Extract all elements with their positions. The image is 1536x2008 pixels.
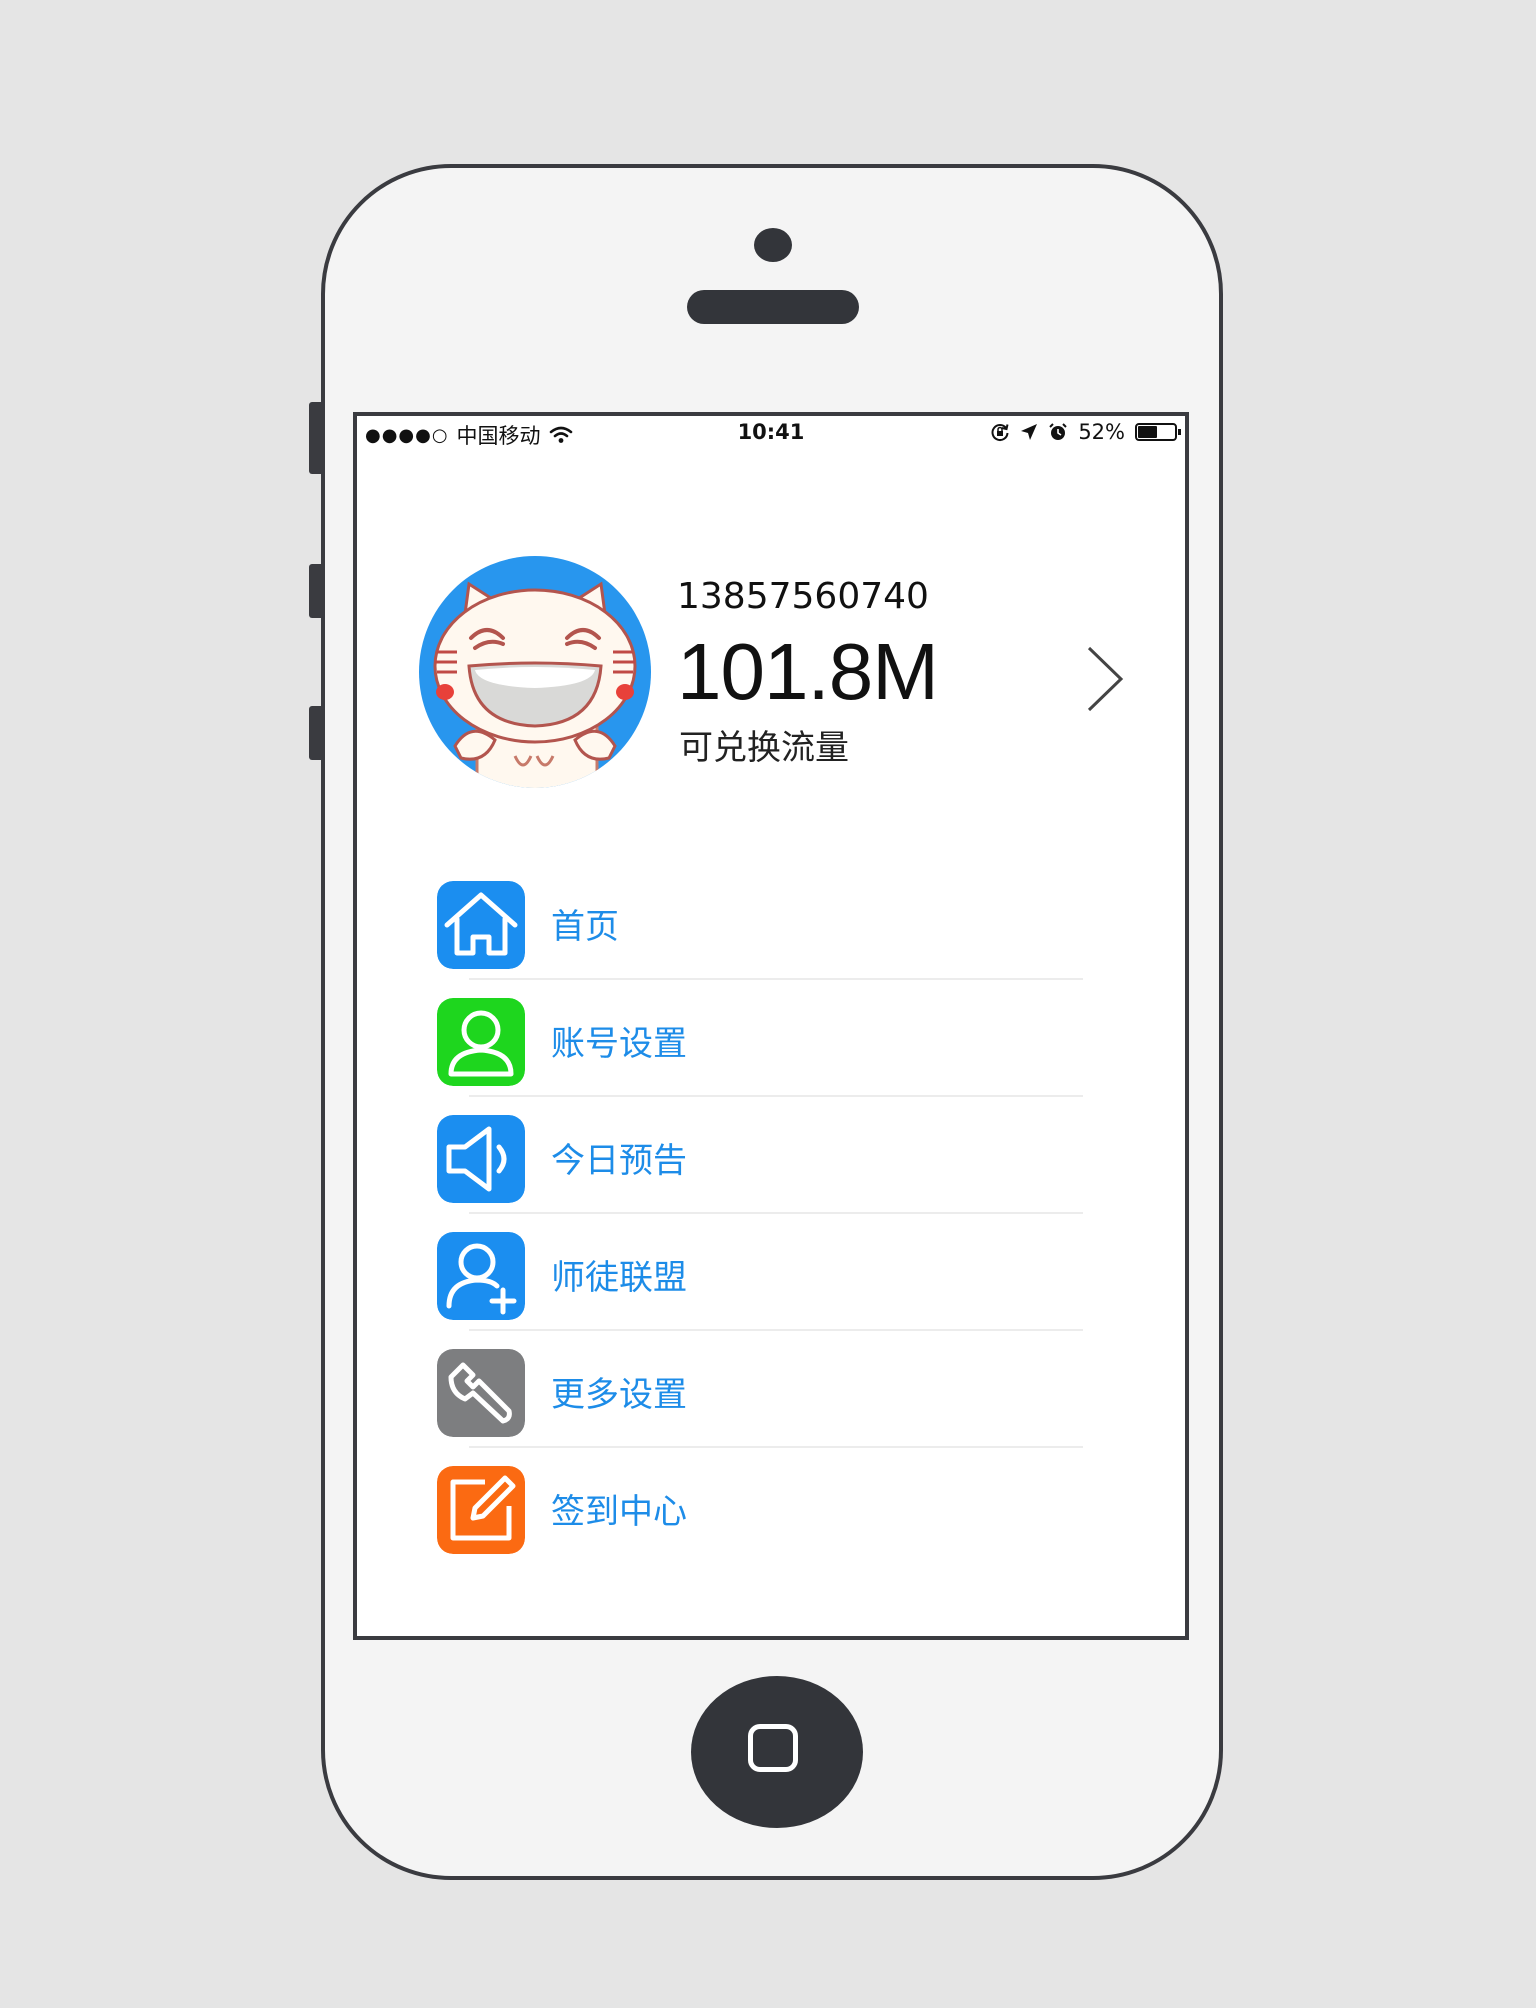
menu-item-label: 今日预告	[551, 1141, 687, 1181]
menu-item-label: 师徒联盟	[551, 1258, 687, 1298]
menu-item-label: 更多设置	[551, 1375, 687, 1415]
menu-item-checkin-center[interactable]: 签到中心	[437, 1446, 1077, 1563]
menu-item-today-preview[interactable]: 今日预告	[437, 1095, 1077, 1212]
rotation-lock-icon	[991, 424, 1009, 442]
speaker-icon	[437, 1115, 525, 1203]
menu-item-label: 账号设置	[551, 1024, 687, 1064]
traffic-balance-label: 可兑换流量	[679, 728, 849, 768]
phone-frame: ●●●●○ 中国移动 10:41 52% 13857560740 101.8M …	[309, 164, 1223, 1880]
home-button-square-icon	[748, 1724, 798, 1772]
home-button[interactable]	[691, 1676, 863, 1828]
add-user-icon	[437, 1232, 525, 1320]
user-icon	[437, 998, 525, 1086]
chevron-right-icon[interactable]	[1083, 644, 1127, 714]
battery-nub	[1178, 429, 1181, 435]
edit-icon	[437, 1466, 525, 1554]
battery-icon	[1135, 423, 1181, 441]
earpiece-speaker	[687, 290, 859, 324]
battery-percent: 52%	[1078, 420, 1125, 444]
alarm-icon	[1049, 423, 1068, 440]
menu-item-account-settings[interactable]: 账号设置	[437, 978, 1077, 1095]
menu-item-more-settings[interactable]: 更多设置	[437, 1329, 1077, 1446]
front-camera	[754, 228, 792, 262]
avatar[interactable]	[419, 556, 651, 788]
battery-fill	[1138, 426, 1157, 438]
menu-item-label: 首页	[551, 907, 619, 947]
volume-up-button	[309, 564, 321, 618]
phone-number: 13857560740	[677, 576, 929, 617]
menu-item-mentor-alliance[interactable]: 师徒联盟	[437, 1212, 1077, 1329]
location-arrow-icon	[1021, 424, 1038, 440]
status-bar: ●●●●○ 中国移动 10:41 52%	[357, 416, 1185, 450]
home-icon	[437, 881, 525, 969]
wrench-icon	[437, 1349, 525, 1437]
traffic-balance: 101.8M	[677, 627, 939, 716]
mute-switch	[309, 402, 321, 474]
menu-item-home[interactable]: 首页	[437, 861, 1077, 978]
volume-down-button	[309, 706, 321, 760]
menu-item-label: 签到中心	[551, 1492, 687, 1532]
screen: ●●●●○ 中国移动 10:41 52% 13857560740 101.8M …	[353, 412, 1189, 1640]
